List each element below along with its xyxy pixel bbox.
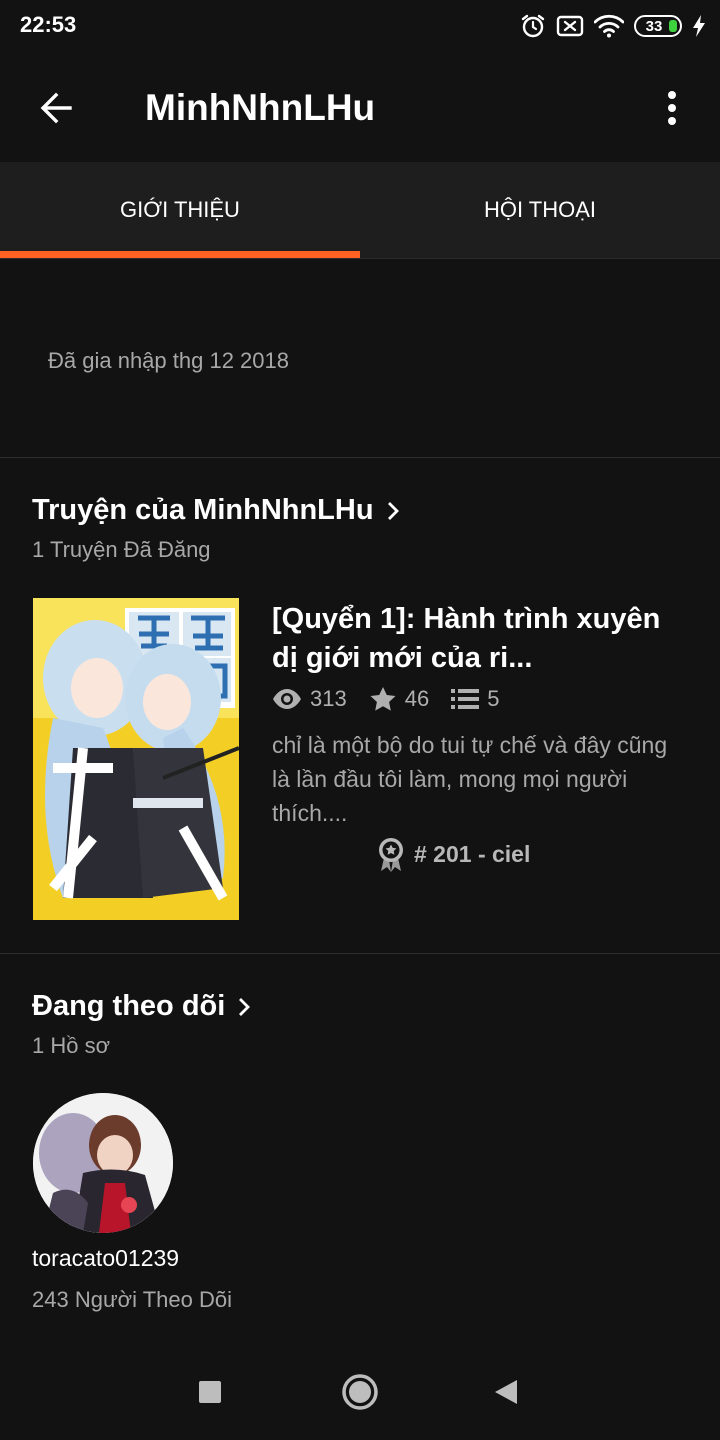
ribbon-badge-icon xyxy=(379,838,403,872)
stories-section-header[interactable]: Truyện của MinhNhnLHu xyxy=(32,494,400,527)
avatar[interactable] xyxy=(33,1093,173,1233)
parts-count: 5 xyxy=(487,686,500,711)
section-divider xyxy=(0,457,720,458)
wifi-icon xyxy=(594,14,624,38)
parts-stat: 5 xyxy=(451,686,499,712)
charging-icon xyxy=(693,15,705,37)
story-title[interactable]: [Quyển 1]: Hành trình xuyên dị giới mới … xyxy=(272,600,672,678)
story-rank: # 201 - ciel xyxy=(376,836,530,872)
page-title: MinhNhnLHu xyxy=(145,87,376,128)
story-stats: 313 46 5 xyxy=(272,686,511,712)
tab-about[interactable]: GIỚI THIỆU xyxy=(0,162,360,258)
section-divider xyxy=(0,953,720,954)
app-bar: MinhNhnLHu xyxy=(0,52,720,162)
story-cover-image[interactable] xyxy=(33,598,239,920)
profile-followers: 243 Người Theo Dõi xyxy=(32,1287,232,1312)
views-stat: 313 xyxy=(272,686,347,712)
back-nav-button[interactable] xyxy=(478,1364,534,1420)
chevron-right-icon xyxy=(239,997,251,1016)
back-button[interactable] xyxy=(30,82,82,134)
triangle-back-icon xyxy=(495,1380,517,1404)
battery-icon: 33 xyxy=(634,15,682,37)
views-count: 313 xyxy=(310,686,347,711)
following-section-header[interactable]: Đang theo dõi xyxy=(32,990,251,1023)
square-icon xyxy=(199,1381,221,1403)
no-sim-icon xyxy=(556,15,584,37)
arrow-back-icon xyxy=(40,92,72,124)
more-options-button[interactable] xyxy=(652,82,692,134)
more-vert-icon xyxy=(668,91,676,125)
joined-date: Đã gia nhập thg 12 2018 xyxy=(48,348,289,373)
list-icon xyxy=(451,689,480,709)
home-button[interactable] xyxy=(332,1364,388,1420)
status-icons: 33 xyxy=(520,11,706,41)
eye-icon xyxy=(273,689,301,709)
tab-conversations[interactable]: HỘI THOẠI xyxy=(360,162,720,258)
tab-bar: GIỚI THIỆU HỘI THOẠI xyxy=(0,162,720,259)
alarm-icon xyxy=(521,14,545,38)
battery-level: 33 xyxy=(645,17,663,35)
chevron-right-icon xyxy=(387,501,399,520)
rank-text: # 201 - ciel xyxy=(414,840,531,867)
following-count: 1 Hồ sơ xyxy=(32,1033,111,1058)
star-icon xyxy=(370,687,396,711)
stories-section-title: Truyện của MinhNhnLHu xyxy=(32,494,374,526)
recents-button[interactable] xyxy=(182,1364,238,1420)
votes-stat: 46 xyxy=(369,686,429,712)
profile-username[interactable]: toracato01239 xyxy=(32,1245,179,1272)
story-description: chỉ là một bộ do tui tự chế và đây cũng … xyxy=(272,732,668,826)
following-section-title: Đang theo dõi xyxy=(32,990,226,1022)
status-bar: 22:53 33 xyxy=(0,0,720,52)
battery-fill xyxy=(669,20,677,32)
home-circle-icon xyxy=(342,1374,378,1410)
system-nav-bar xyxy=(0,1344,720,1440)
votes-count: 46 xyxy=(404,686,430,711)
stories-count: 1 Truyện Đã Đăng xyxy=(32,537,211,562)
status-time: 22:53 xyxy=(20,12,77,37)
